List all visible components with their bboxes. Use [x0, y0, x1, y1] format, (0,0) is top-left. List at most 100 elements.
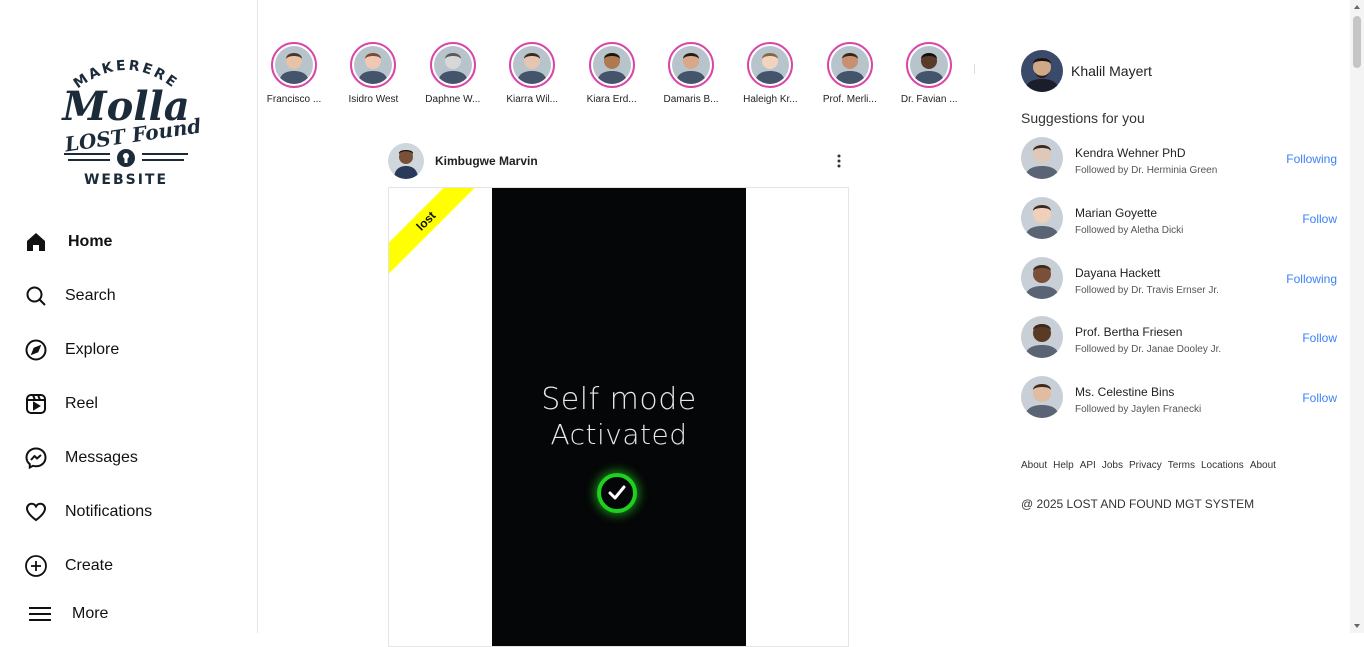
suggestion-followed-by: Followed by Aletha Dicki [1075, 224, 1184, 236]
scroll-up-icon[interactable] [1353, 3, 1361, 11]
footer-link[interactable]: Terms [1168, 460, 1195, 471]
story-ring[interactable] [668, 42, 714, 88]
suggestion-name[interactable]: Ms. Celestine Bins [1075, 385, 1174, 399]
page-scrollbar[interactable] [1350, 0, 1364, 633]
story-ring[interactable] [747, 42, 794, 88]
stories-overflow-edge [974, 64, 975, 74]
suggestion-name[interactable]: Kendra Wehner PhD [1075, 146, 1186, 160]
suggestion-followed-by: Followed by Jaylen Franecki [1075, 404, 1202, 416]
footer-link[interactable]: Locations [1201, 460, 1244, 471]
footer-link[interactable]: Jobs [1102, 460, 1123, 471]
story-name: Haleigh Kr... [743, 94, 798, 105]
follow-button[interactable]: Follow [1302, 391, 1337, 405]
story-item[interactable]: Damaris B... [655, 42, 727, 105]
footer-links: About Help API Jobs Privacy Terms Locations Abo… [1021, 460, 1276, 471]
nav-reel[interactable]: Reel [24, 388, 98, 420]
story-avatar [433, 46, 472, 84]
post-author-name[interactable]: Kimbugwe Marvin [435, 154, 538, 168]
story-avatar [830, 46, 869, 84]
follow-button[interactable]: Follow [1302, 331, 1337, 345]
story-item[interactable]: Kiara Erd... [576, 42, 648, 105]
suggestions-title: Suggestions for you [1021, 110, 1145, 126]
menu-icon [28, 602, 52, 626]
stories-bar: Francisco ... Isidro West Daphne W... Kiarr… [262, 42, 978, 114]
suggestion-avatar[interactable] [1021, 196, 1063, 239]
story-name: Kiara Erd... [586, 94, 637, 105]
nav-messages[interactable]: Messages [24, 442, 138, 474]
footer-link[interactable]: About [1250, 460, 1276, 471]
nav-create-label: Create [65, 557, 114, 574]
story-name: Prof. Merli... [822, 94, 877, 105]
story-ring[interactable] [350, 42, 397, 88]
story-avatar [592, 46, 631, 84]
suggestion-name[interactable]: Prof. Bertha Friesen [1075, 325, 1182, 339]
nav-explore-label: Explore [65, 341, 120, 358]
story-item[interactable]: Prof. Merli... [814, 42, 886, 105]
story-item[interactable]: Dr. Favian ... [893, 42, 965, 105]
story-avatar [751, 46, 790, 84]
nav-explore[interactable]: Explore [24, 334, 119, 366]
suggestion-avatar[interactable] [1021, 256, 1063, 299]
scroll-thumb[interactable] [1353, 16, 1361, 68]
footer-link[interactable]: Privacy [1129, 460, 1162, 471]
site-logo[interactable]: MAKERERE Molla LOST Found WEBSITE [52, 52, 200, 192]
heart-icon [24, 500, 48, 524]
footer-link[interactable]: Help [1053, 460, 1074, 471]
story-item[interactable]: Kiarra Wil... [496, 42, 568, 105]
story-ring[interactable] [271, 42, 317, 88]
story-item[interactable]: Isidro West [337, 42, 409, 105]
post-header: Kimbugwe Marvin [388, 143, 849, 179]
story-name: Daphne W... [425, 94, 481, 105]
video-text-line2: Activated [550, 418, 688, 451]
follow-button[interactable]: Follow [1302, 212, 1337, 226]
post-author-avatar[interactable] [388, 143, 424, 179]
follow-button[interactable]: Following [1286, 272, 1337, 286]
suggestion-name[interactable]: Marian Goyette [1075, 206, 1157, 220]
story-name: Isidro West [348, 94, 399, 105]
suggestion-avatar[interactable] [1021, 376, 1063, 419]
current-user[interactable]: Khalil Mayert [1021, 50, 1152, 92]
more-options-icon[interactable] [831, 153, 847, 169]
suggestion-followed-by: Followed by Dr. Travis Ernser Jr. [1075, 284, 1219, 296]
suggestion-followed-by: Followed by Dr. Janae Dooley Jr. [1075, 344, 1222, 356]
nav-messages-label: Messages [65, 449, 138, 466]
home-icon [24, 230, 48, 254]
suggestion-avatar[interactable] [1021, 316, 1063, 359]
story-ring[interactable] [509, 42, 556, 88]
suggestion-item: Kendra Wehner PhD Followed by Dr. Hermini… [1021, 137, 1337, 181]
story-ring[interactable] [588, 42, 635, 88]
story-ring[interactable] [906, 42, 953, 88]
story-avatar [354, 46, 393, 84]
suggestion-avatar[interactable] [1021, 137, 1063, 179]
story-avatar [910, 46, 949, 84]
nav-notifications[interactable]: Notifications [24, 496, 152, 528]
scroll-down-icon[interactable] [1353, 622, 1361, 630]
story-item[interactable]: Daphne W... [417, 42, 489, 105]
suggestion-item: Ms. Celestine Bins Followed by Jaylen Fra… [1021, 376, 1337, 420]
nav-home[interactable]: Home [24, 226, 112, 258]
story-item[interactable]: Francisco ... [262, 42, 330, 105]
story-item[interactable]: Haleigh Kr... [734, 42, 806, 105]
story-name: Dr. Favian ... [900, 94, 958, 105]
story-name: Damaris B... [663, 94, 719, 105]
story-ring[interactable] [826, 42, 873, 88]
story-avatar [513, 46, 552, 84]
story-avatar [672, 46, 710, 84]
follow-button[interactable]: Following [1286, 152, 1337, 166]
status-ribbon: lost [389, 188, 487, 282]
footer-link[interactable]: API [1080, 460, 1096, 471]
reel-icon [24, 392, 48, 416]
post-video[interactable]: Self mode Activated [492, 188, 746, 646]
footer-link[interactable]: About [1021, 460, 1047, 471]
post-media[interactable]: Self mode Activated lost [388, 187, 849, 647]
story-ring[interactable] [429, 42, 476, 88]
suggestion-name[interactable]: Dayana Hackett [1075, 266, 1160, 280]
nav-create[interactable]: Create [24, 550, 113, 582]
nav-search[interactable]: Search [24, 280, 116, 312]
nav-reel-label: Reel [65, 395, 98, 412]
current-user-avatar[interactable] [1021, 50, 1063, 92]
messenger-icon [24, 446, 48, 470]
current-user-name[interactable]: Khalil Mayert [1071, 63, 1152, 79]
nav-more-label: More [72, 605, 109, 622]
nav-more[interactable]: More [28, 598, 108, 630]
